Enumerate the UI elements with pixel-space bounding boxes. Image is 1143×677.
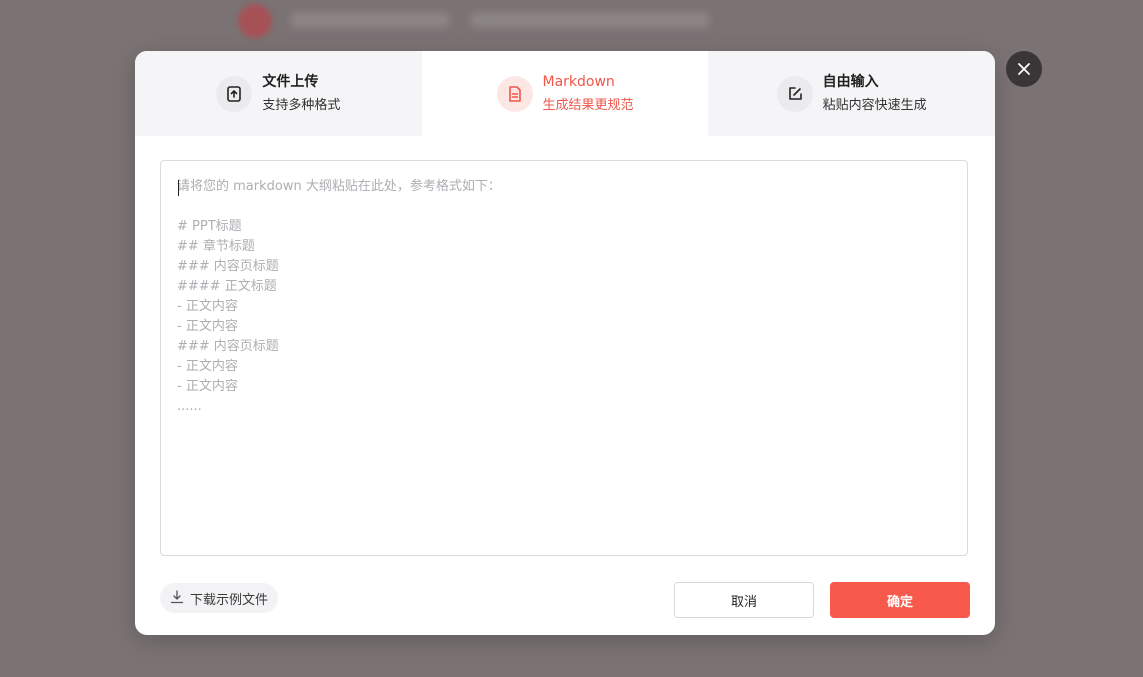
edit-icon [776,75,813,112]
placeholder-line: ## 章节标题 [177,239,255,254]
tab-free-input[interactable]: 自由输入 粘贴内容快速生成 [708,51,995,136]
placeholder-line: ...... [177,399,202,414]
placeholder-line: # PPT标题 [177,219,242,234]
source-tabs: 文件上传 支持多种格式 Markdown 生成结果更规范 自由输入 粘贴内容快速… [135,51,995,136]
tab-markdown[interactable]: Markdown 生成结果更规范 [421,51,709,136]
tab-title: 文件上传 [262,73,319,90]
placeholder-line: ### 内容页标题 [177,259,279,274]
placeholder-line: #### 正文标题 [177,279,277,294]
tab-subtitle: 生成结果更规范 [542,97,634,113]
background-logo [238,4,272,38]
confirm-button[interactable]: 确定 [830,582,970,618]
placeholder-intro: 请将您的 markdown 大纲粘贴在此处，参考格式如下： [177,179,501,194]
cancel-button[interactable]: 取消 [674,582,814,618]
markdown-input[interactable]: 请将您的 markdown 大纲粘贴在此处，参考格式如下： # PPT标题 ##… [160,160,968,556]
tab-file-upload[interactable]: 文件上传 支持多种格式 [135,51,422,136]
close-icon [1017,62,1031,76]
placeholder-line: - 正文内容 [177,319,238,334]
download-sample-label: 下载示例文件 [190,592,269,608]
text-caret [178,180,179,196]
tab-title: 自由输入 [822,73,879,90]
document-icon [496,75,533,112]
close-dialog-button[interactable] [1006,51,1042,87]
tab-subtitle: 粘贴内容快速生成 [822,97,927,113]
placeholder-line: - 正文内容 [177,299,238,314]
download-sample-button[interactable]: 下载示例文件 [160,583,279,613]
background-blurred-text [290,12,450,28]
download-icon [170,589,184,608]
placeholder-line: - 正文内容 [177,359,238,374]
tab-subtitle: 支持多种格式 [262,97,341,113]
upload-file-icon [216,75,253,112]
background-blurred-text [470,12,710,28]
import-dialog: 文件上传 支持多种格式 Markdown 生成结果更规范 自由输入 粘贴内容快速… [135,51,995,635]
tab-title: Markdown [542,73,615,90]
placeholder-line: - 正文内容 [177,379,238,394]
placeholder-line: ### 内容页标题 [177,339,279,354]
